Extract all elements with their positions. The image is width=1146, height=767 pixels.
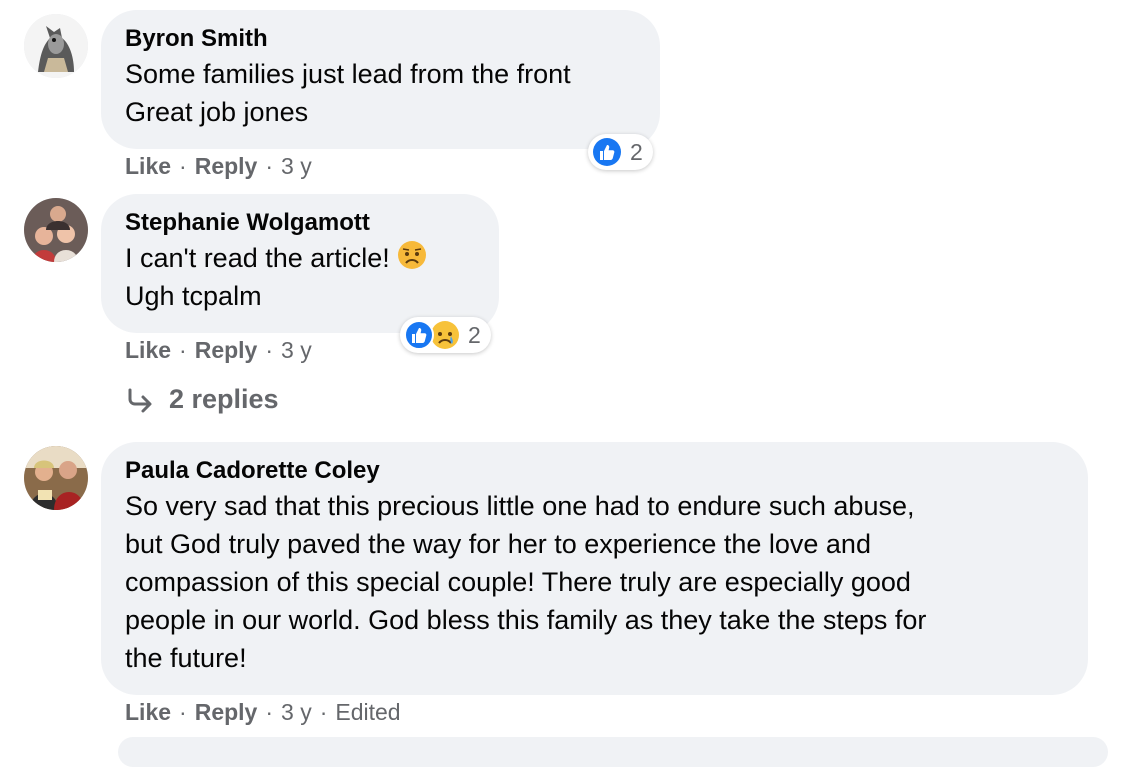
- replies-count-label: 2 replies: [169, 384, 279, 414]
- reply-arrow-icon: [125, 385, 155, 415]
- reaction-summary[interactable]: 2: [400, 317, 491, 353]
- comment-line: So very sad that this precious little on…: [125, 491, 915, 521]
- comment-line: but God truly paved the way for her to e…: [125, 529, 871, 559]
- avatar[interactable]: [24, 198, 88, 262]
- sad-icon: [430, 320, 460, 350]
- comment-line: the future!: [125, 643, 247, 673]
- comment-line: people in our world. God bless this fami…: [125, 605, 927, 635]
- like-button[interactable]: Like: [125, 699, 171, 725]
- reaction-count: 2: [630, 138, 643, 165]
- comment-timestamp[interactable]: 3 y: [281, 699, 312, 725]
- comment-author[interactable]: Stephanie Wolgamott: [125, 208, 475, 238]
- sad-face-emoji: [396, 239, 428, 271]
- comment-line: Some families just lead from the front: [125, 59, 571, 89]
- comment-bubble: Byron Smith Some families just lead from…: [101, 10, 660, 149]
- avatar[interactable]: [24, 446, 88, 510]
- comment-line: compassion of this special couple! There…: [125, 567, 911, 597]
- avatar[interactable]: [24, 14, 88, 78]
- comment-actions: Like · Reply · 3 y: [125, 337, 312, 364]
- comment-line: Great job jones: [125, 97, 309, 127]
- separator-dot: ·: [319, 699, 328, 725]
- comment-line-text: I can't read the article!: [125, 243, 390, 273]
- separator-dot: ·: [265, 699, 274, 725]
- like-icon: [404, 320, 434, 350]
- comment-text: I can't read the article! Ugh tcpalm: [125, 239, 475, 315]
- comment-line: I can't read the article!: [125, 239, 475, 277]
- comment-actions: Like · Reply · 3 y: [125, 153, 312, 180]
- comment-text: So very sad that this precious little on…: [125, 487, 1064, 677]
- comment-author[interactable]: Byron Smith: [125, 24, 636, 54]
- like-button[interactable]: Like: [125, 153, 171, 179]
- separator-dot: ·: [179, 153, 187, 179]
- separator-dot: ·: [179, 699, 187, 725]
- comment-actions: Like · Reply · 3 y · Edited: [125, 699, 401, 726]
- reply-button[interactable]: Reply: [195, 153, 258, 179]
- comment-text: Some families just lead from the front G…: [125, 55, 636, 131]
- reaction-summary[interactable]: 2: [588, 134, 653, 170]
- like-button[interactable]: Like: [125, 337, 171, 363]
- like-icon: [592, 137, 622, 167]
- comment-bubble: Paula Cadorette Coley So very sad that t…: [101, 442, 1088, 695]
- edited-label[interactable]: Edited: [335, 699, 400, 725]
- separator-dot: ·: [265, 153, 274, 179]
- reply-button[interactable]: Reply: [195, 337, 258, 363]
- comment-timestamp[interactable]: 3 y: [281, 337, 312, 363]
- comment-line: Ugh tcpalm: [125, 281, 262, 311]
- comment-timestamp[interactable]: 3 y: [281, 153, 312, 179]
- separator-dot: ·: [179, 337, 187, 363]
- reply-button[interactable]: Reply: [195, 699, 258, 725]
- next-comment-bubble: [118, 737, 1108, 767]
- separator-dot: ·: [265, 337, 274, 363]
- comment-bubble: Stephanie Wolgamott I can't read the art…: [101, 194, 499, 333]
- view-replies-button[interactable]: 2 replies: [125, 384, 279, 415]
- comment-author[interactable]: Paula Cadorette Coley: [125, 456, 1064, 486]
- reaction-count: 2: [468, 321, 481, 348]
